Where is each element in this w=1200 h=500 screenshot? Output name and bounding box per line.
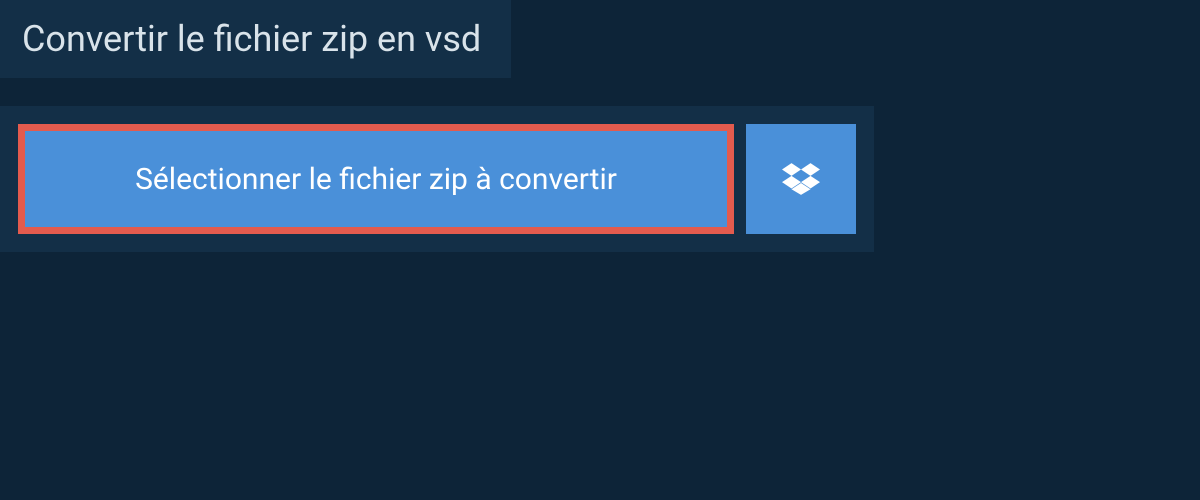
select-file-label: Sélectionner le fichier zip à convertir [135, 162, 617, 197]
upload-panel: Sélectionner le fichier zip à convertir [0, 106, 874, 252]
dropbox-icon [782, 160, 820, 198]
heading-container: Convertir le fichier zip en vsd [0, 0, 511, 78]
page-title: Convertir le fichier zip en vsd [22, 18, 481, 60]
button-row: Sélectionner le fichier zip à convertir [18, 124, 856, 234]
select-file-button[interactable]: Sélectionner le fichier zip à convertir [18, 124, 734, 234]
dropbox-button[interactable] [746, 124, 856, 234]
